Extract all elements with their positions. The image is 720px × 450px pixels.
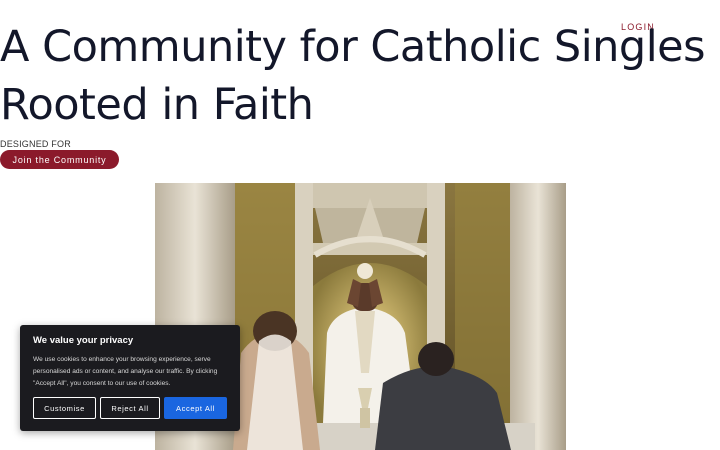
cookie-consent-banner: We value your privacy We use cookies to … <box>20 325 240 431</box>
customise-button[interactable]: Customise <box>33 397 96 419</box>
cookie-banner-title: We value your privacy <box>33 335 134 346</box>
landing-page: LOGIN A Community for Catholic Singles R… <box>0 0 720 450</box>
hero-title-line-2: Rooted in Faith <box>0 80 314 130</box>
join-community-button[interactable]: Join the Community <box>0 150 119 169</box>
accept-all-button[interactable]: Accept All <box>164 397 227 419</box>
cookie-banner-text: We use cookies to enhance your browsing … <box>33 356 218 387</box>
eyebrow-text: DESIGNED FOR <box>0 139 71 149</box>
hero-title: A Community for Catholic Singles Rooted … <box>0 18 720 134</box>
cookie-banner-actions: Customise Reject All Accept All <box>33 397 227 419</box>
reject-all-button[interactable]: Reject All <box>100 397 160 419</box>
hero-title-line-1: A Community for Catholic Singles <box>0 22 706 72</box>
